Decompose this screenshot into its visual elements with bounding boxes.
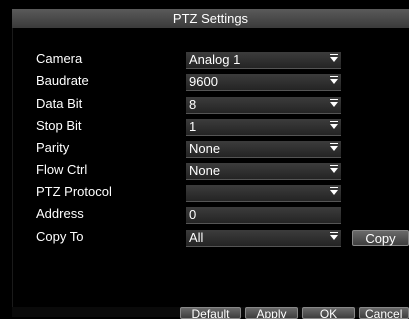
databit-select[interactable]: 8 (186, 97, 341, 114)
flowctrl-label: Flow Ctrl (36, 162, 88, 177)
parity-value: None (189, 141, 221, 156)
databit-label: Data Bit (36, 96, 83, 111)
copyto-value: All (189, 230, 204, 245)
chevron-down-icon (330, 187, 338, 195)
baudrate-select[interactable]: 9600 (186, 74, 341, 91)
stopbit-label: Stop Bit (36, 118, 82, 133)
apply-button[interactable]: Apply (245, 307, 298, 319)
copyto-label: Copy To (36, 229, 84, 244)
flowctrl-select[interactable]: None (186, 163, 341, 180)
address-input[interactable]: 0 (186, 207, 341, 224)
chevron-down-icon (330, 232, 338, 240)
window-title: PTZ Settings (172, 11, 249, 26)
chevron-down-icon (330, 165, 338, 173)
stopbit-select[interactable]: 1 (186, 119, 341, 136)
copyto-select[interactable]: All (186, 230, 341, 247)
camera-value: Analog 1 (189, 52, 241, 67)
camera-label: Camera (36, 51, 83, 66)
parity-select[interactable]: None (186, 141, 341, 158)
address-value: 0 (189, 207, 197, 222)
camera-select[interactable]: Analog 1 (186, 52, 341, 69)
parity-label: Parity (36, 140, 70, 155)
ok-button[interactable]: OK (302, 307, 355, 319)
chevron-down-icon (330, 99, 338, 107)
default-button[interactable]: Default (180, 307, 241, 319)
chevron-down-icon (330, 54, 338, 62)
baudrate-label: Baudrate (36, 73, 89, 88)
chevron-down-icon (330, 143, 338, 151)
cancel-button[interactable]: Cancel (359, 307, 409, 319)
stopbit-value: 1 (189, 119, 197, 134)
flowctrl-value: None (189, 163, 221, 178)
baudrate-value: 9600 (189, 74, 218, 89)
chevron-down-icon (330, 76, 338, 84)
address-label: Address (36, 206, 84, 221)
protocol-select[interactable] (186, 185, 341, 202)
title-bar: PTZ Settings (12, 9, 409, 29)
copy-button[interactable]: Copy (352, 230, 409, 246)
chevron-down-icon (330, 121, 338, 129)
databit-value: 8 (189, 97, 197, 112)
protocol-label: PTZ Protocol (36, 184, 112, 199)
